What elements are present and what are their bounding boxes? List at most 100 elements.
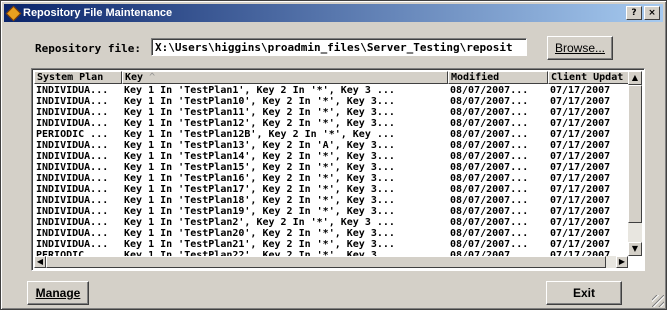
table-row[interactable]: INDIVIDUA... Key 1 In 'TestPlan14', Key 2… [34, 151, 630, 162]
app-diamond-icon [7, 7, 19, 19]
scroll-up-arrow-icon[interactable]: ▲ [628, 71, 642, 85]
cell-client-updated: 07/17/2007 [550, 162, 611, 173]
cell-system-plan: INDIVIDUA... [36, 206, 109, 217]
cell-client-updated: 07/17/2007 [550, 195, 611, 206]
cell-modified: 08/07/2007... [450, 173, 529, 184]
column-header-client-updated[interactable]: Client Updat [548, 71, 630, 84]
table-row[interactable]: INDIVIDUA... Key 1 In 'TestPlan19', Key 2… [34, 206, 630, 217]
cell-key: Key 1 In 'TestPlan14', Key 2 In '*', Key… [124, 151, 395, 162]
cell-system-plan: PERIODIC ... [36, 129, 109, 140]
cell-client-updated: 07/17/2007 [550, 107, 611, 118]
horizontal-scrollbar[interactable]: ◀ ▶ [34, 256, 628, 268]
cell-key: Key 1 In 'TestPlan15', Key 2 In '*', Key… [124, 162, 395, 173]
table-row[interactable]: PERIODIC ... Key 1 In 'TestPlan12B', Key … [34, 129, 630, 140]
column-header-modified[interactable]: Modified [448, 71, 548, 84]
browse-button-label: Browse... [554, 41, 605, 55]
cell-key: Key 1 In 'TestPlan10', Key 2 In '*', Key… [124, 96, 395, 107]
table-row[interactable]: INDIVIDUA... Key 1 In 'TestPlan17', Key 2… [34, 184, 630, 195]
table-row[interactable]: INDIVIDUA... Key 1 In 'TestPlan1', Key 2 … [34, 85, 630, 96]
cell-modified: 08/07/2007... [450, 85, 529, 96]
table-row[interactable]: INDIVIDUA... Key 1 In 'TestPlan2', Key 2 … [34, 217, 630, 228]
cell-modified: 08/07/2007... [450, 239, 529, 250]
cell-client-updated: 07/17/2007 [550, 96, 611, 107]
cell-client-updated: 07/17/2007 [550, 140, 611, 151]
column-header-system-plan[interactable]: System Plan [34, 71, 122, 84]
cell-system-plan: INDIVIDUA... [36, 173, 109, 184]
column-header-key[interactable]: Key ^ [122, 71, 448, 84]
cell-modified: 08/07/2007... [450, 195, 529, 206]
help-button[interactable]: ? [626, 6, 642, 20]
cell-modified: 08/07/2007... [450, 162, 529, 173]
resize-grip-icon[interactable] [652, 295, 664, 307]
vertical-scroll-thumb[interactable] [628, 85, 642, 223]
cell-modified: 08/07/2007... [450, 129, 529, 140]
cell-system-plan: INDIVIDUA... [36, 118, 109, 129]
table-row[interactable]: INDIVIDUA... Key 1 In 'TestPlan10', Key 2… [34, 96, 630, 107]
table-row[interactable]: INDIVIDUA... Key 1 In 'TestPlan13', Key 2… [34, 140, 630, 151]
cell-modified: 08/07/2007... [450, 118, 529, 129]
cell-client-updated: 07/17/2007 [550, 173, 611, 184]
cell-system-plan: INDIVIDUA... [36, 162, 109, 173]
cell-client-updated: 07/17/2007 [550, 151, 611, 162]
browse-button[interactable]: Browse... [547, 36, 613, 60]
cell-modified: 08/07/2007... [450, 206, 529, 217]
cell-client-updated: 07/17/2007 [550, 206, 611, 217]
repository-file-maintenance-window: Repository File Maintenance ? × Reposito… [0, 0, 667, 310]
table-row[interactable]: INDIVIDUA... Key 1 In 'TestPlan21', Key 2… [34, 239, 630, 250]
cell-modified: 08/07/2007... [450, 184, 529, 195]
cell-client-updated: 07/17/2007 [550, 184, 611, 195]
horizontal-scroll-thumb[interactable] [46, 256, 606, 268]
list-header: System Plan Key ^ Modified Client Updat [34, 71, 630, 84]
cell-modified: 08/07/2007... [450, 107, 529, 118]
cell-system-plan: INDIVIDUA... [36, 140, 109, 151]
table-row[interactable]: INDIVIDUA... Key 1 In 'TestPlan16', Key 2… [34, 173, 630, 184]
list-rows: INDIVIDUA... Key 1 In 'TestPlan1', Key 2 … [34, 85, 630, 256]
cell-key: Key 1 In 'TestPlan16', Key 2 In '*', Key… [124, 173, 395, 184]
cell-key: Key 1 In 'TestPlan1', Key 2 In '*', Key … [124, 85, 395, 96]
repository-list[interactable]: System Plan Key ^ Modified Client Updat … [31, 68, 645, 271]
repository-file-label: Repository file: [35, 42, 141, 55]
cell-key: Key 1 In 'TestPlan18', Key 2 In '*', Key… [124, 195, 395, 206]
manage-button-label: Manage [35, 286, 81, 300]
manage-button[interactable]: Manage [27, 281, 89, 305]
table-row[interactable]: INDIVIDUA... Key 1 In 'TestPlan20', Key 2… [34, 228, 630, 239]
cell-key: Key 1 In 'TestPlan13', Key 2 In 'A', Key… [124, 140, 395, 151]
scroll-down-arrow-icon[interactable]: ▼ [628, 242, 642, 256]
cell-system-plan: INDIVIDUA... [36, 96, 109, 107]
scroll-left-arrow-icon[interactable]: ◀ [34, 256, 46, 268]
window-title: Repository File Maintenance [23, 7, 173, 19]
cell-key: Key 1 In 'TestPlan12', Key 2 In '*', Key… [124, 118, 395, 129]
cell-modified: 08/07/2007... [450, 217, 529, 228]
cell-system-plan: INDIVIDUA... [36, 217, 109, 228]
table-row[interactable]: INDIVIDUA... Key 1 In 'TestPlan18', Key 2… [34, 195, 630, 206]
cell-client-updated: 07/17/2007 [550, 217, 611, 228]
vertical-scrollbar[interactable]: ▲ ▼ [628, 71, 642, 256]
title-buttons: ? × [626, 6, 660, 20]
close-button[interactable]: × [644, 6, 660, 20]
cell-key: Key 1 In 'TestPlan19', Key 2 In '*', Key… [124, 206, 395, 217]
table-row[interactable]: INDIVIDUA... Key 1 In 'TestPlan11', Key 2… [34, 107, 630, 118]
cell-system-plan: INDIVIDUA... [36, 107, 109, 118]
cell-key: Key 1 In 'TestPlan2', Key 2 In '*', Key … [124, 217, 395, 228]
cell-client-updated: 07/17/2007 [550, 129, 611, 140]
scroll-right-arrow-icon[interactable]: ▶ [616, 256, 628, 268]
cell-modified: 08/07/2007... [450, 140, 529, 151]
cell-client-updated: 07/17/2007 [550, 239, 611, 250]
cell-client-updated: 07/17/2007 [550, 228, 611, 239]
cell-client-updated: 07/17/2007 [550, 118, 611, 129]
cell-system-plan: INDIVIDUA... [36, 239, 109, 250]
exit-button[interactable]: Exit [546, 281, 622, 305]
column-header-key-label: Key [125, 72, 144, 83]
repository-file-input[interactable] [151, 38, 527, 56]
cell-system-plan: INDIVIDUA... [36, 184, 109, 195]
title-bar[interactable]: Repository File Maintenance ? × [4, 4, 663, 22]
table-row[interactable]: INDIVIDUA... Key 1 In 'TestPlan12', Key 2… [34, 118, 630, 129]
cell-modified: 08/07/2007... [450, 151, 529, 162]
cell-system-plan: INDIVIDUA... [36, 228, 109, 239]
cell-key: Key 1 In 'TestPlan17', Key 2 In '*', Key… [124, 184, 395, 195]
sort-indicator-icon: ^ [149, 72, 156, 83]
cell-key: Key 1 In 'TestPlan20', Key 2 In '*', Key… [124, 228, 395, 239]
cell-key: Key 1 In 'TestPlan12B', Key 2 In '*', Ke… [124, 129, 395, 140]
table-row[interactable]: INDIVIDUA... Key 1 In 'TestPlan15', Key 2… [34, 162, 630, 173]
cell-key: Key 1 In 'TestPlan11', Key 2 In '*', Key… [124, 107, 395, 118]
